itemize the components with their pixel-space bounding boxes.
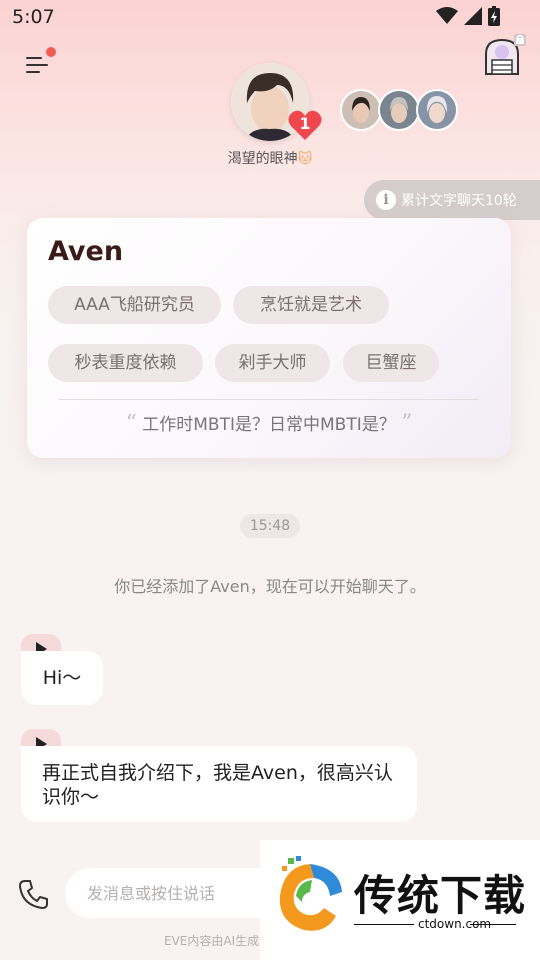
watermark-line	[470, 924, 516, 925]
tag: 剁手大师	[215, 344, 330, 382]
notification-dot	[46, 47, 56, 57]
mini-avatar[interactable]	[378, 89, 420, 131]
mini-avatar[interactable]	[340, 89, 382, 131]
close-quote-icon: ”	[401, 411, 413, 436]
room-button[interactable]	[480, 34, 526, 80]
message-input[interactable]	[65, 868, 285, 918]
info-icon: i	[376, 190, 396, 210]
mini-avatar[interactable]	[416, 89, 458, 131]
wifi-icon	[436, 7, 458, 24]
signal-icon	[464, 7, 482, 25]
message-text: Hi～	[42, 667, 82, 689]
system-message: 你已经添加了Aven，现在可以开始聊天了。	[114, 577, 426, 596]
heart-count: 1	[299, 114, 311, 133]
chat-progress-label: 累计文字聊天10轮	[401, 193, 517, 209]
open-quote-icon: “	[125, 411, 137, 436]
profile-card: Aven AAA飞船研究员 烹饪就是艺术 秒表重度依赖 剁手大师 巨蟹座 “ 工…	[27, 218, 511, 458]
phone-icon	[19, 880, 48, 909]
watermark-brand: 传统下载	[354, 871, 527, 920]
watermark: 传统下载 ctdown.com	[260, 840, 540, 960]
timestamp-chip: 15:48	[240, 514, 300, 538]
battery-icon	[488, 6, 500, 26]
heart-badge: 1	[287, 108, 323, 142]
menu-button[interactable]	[26, 47, 56, 78]
chat-progress-pill[interactable]: i 累计文字聊天10轮	[364, 180, 540, 220]
status-icons	[436, 6, 500, 26]
card-quote-text: 工作时MBTI是？日常中MBTI是？	[142, 415, 396, 435]
status-time: 5:07	[12, 6, 55, 28]
message-bubble[interactable]: Hi～	[21, 651, 103, 705]
message-text: 再正式自我介绍下，我是Aven，很高兴认识你～	[42, 762, 393, 808]
menu-icon-line	[26, 71, 40, 73]
card-quote: “ 工作时MBTI是？日常中MBTI是？ ”	[27, 410, 511, 436]
watermark-line	[354, 924, 414, 925]
tag: 烹饪就是艺术	[233, 286, 389, 324]
house-icon	[485, 34, 526, 75]
watermark-logo-icon	[279, 856, 342, 931]
card-name: Aven	[48, 236, 124, 267]
menu-icon	[26, 57, 42, 59]
tag: 巨蟹座	[343, 344, 439, 382]
tag: AAA飞船研究员	[48, 286, 221, 324]
other-characters[interactable]	[340, 89, 458, 131]
ai-disclaimer: EVE内容由AI生成	[164, 934, 260, 948]
message-bubble[interactable]: 再正式自我介绍下，我是Aven，很高兴认识你～	[21, 746, 417, 822]
phone-call-button[interactable]	[18, 878, 50, 910]
cat-emoji-icon: 🐱	[297, 151, 313, 167]
character-title: 渴望的眼神🐱	[0, 148, 540, 168]
tag: 秒表重度依赖	[48, 344, 203, 382]
character-title-text: 渴望的眼神	[227, 151, 298, 167]
card-divider	[59, 399, 479, 400]
menu-icon-line	[26, 64, 48, 66]
